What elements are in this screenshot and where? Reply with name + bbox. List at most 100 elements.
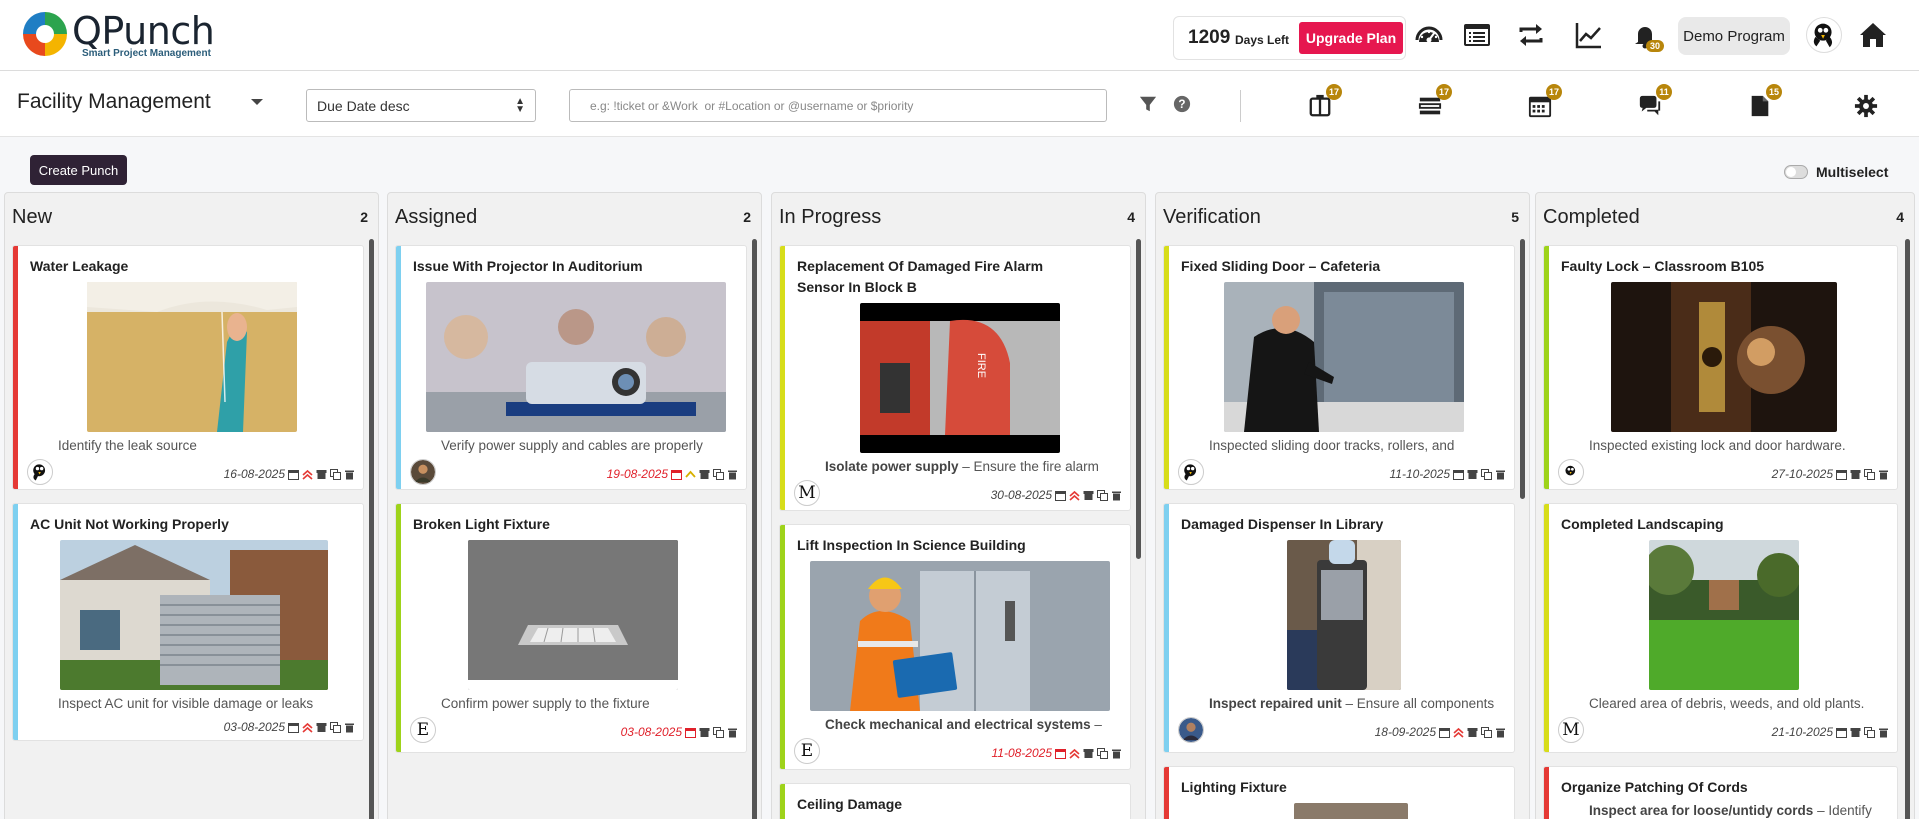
calendar-small-icon[interactable] [1055,490,1066,501]
calendar-small-icon[interactable] [1055,748,1066,759]
delete-icon[interactable] [1495,469,1506,480]
copy-icon[interactable] [713,468,724,480]
sort-select[interactable]: Due Date desc ▲ ▼ [306,89,536,122]
card-avatar[interactable] [1178,459,1204,485]
task-list-icon[interactable]: 17 [1416,84,1452,120]
home-icon[interactable] [1856,18,1890,52]
column-scrollbar[interactable] [1136,239,1141,559]
punch-card[interactable]: AC Unit Not Working Properly Inspect AC … [12,503,364,741]
light-fixture-image[interactable] [468,540,678,690]
delete-icon[interactable] [727,469,738,480]
punch-card[interactable]: Water Leakage Identify the leak source 1… [12,245,364,490]
delete-icon[interactable] [727,727,738,738]
punch-card[interactable]: Replacement Of Damaged Fire Alarm Sensor… [779,245,1131,511]
copy-icon[interactable] [1481,468,1492,480]
column-scrollbar[interactable] [369,239,374,819]
card-avatar[interactable] [27,459,53,485]
fire-alarm-image[interactable]: FIRE [860,303,1060,453]
board-view-icon[interactable]: 17 [1306,84,1342,120]
calendar-small-icon[interactable] [288,469,299,480]
filter-icon[interactable] [1134,90,1162,118]
punch-card[interactable]: Faulty Lock – Classroom B105 Inspected e… [1543,245,1898,490]
delete-icon[interactable] [1495,727,1506,738]
archive-icon[interactable] [699,469,710,480]
delete-icon[interactable] [1878,727,1889,738]
punch-card[interactable]: Issue With Projector In Auditorium Verif… [395,245,747,490]
archive-icon[interactable] [1467,469,1478,480]
delete-icon[interactable] [1111,490,1122,501]
notifications-bell-icon[interactable]: 30 [1628,18,1664,52]
dashboard-icon[interactable] [1412,18,1446,52]
water-leakage-image[interactable] [87,282,297,432]
dispenser-image[interactable] [1287,540,1401,690]
column-scrollbar[interactable] [1520,239,1525,499]
delete-icon[interactable] [344,469,355,480]
ac-unit-image[interactable] [60,540,328,690]
multiselect-toggle[interactable]: Multiselect [1784,163,1888,181]
copy-icon[interactable] [1864,468,1875,480]
punch-card[interactable]: Lift Inspection In Science Building Chec… [779,524,1131,770]
delete-icon[interactable] [1111,748,1122,759]
card-avatar[interactable] [410,459,436,485]
column-scrollbar[interactable] [752,239,757,819]
qpunch-logo[interactable]: QPunch Smart Project Management [22,9,242,65]
archive-icon[interactable] [1850,727,1861,738]
archive-icon[interactable] [1083,490,1094,501]
create-punch-button[interactable]: Create Punch [30,155,127,185]
card-avatar[interactable] [1558,459,1584,485]
copy-icon[interactable] [1481,726,1492,738]
calendar-small-icon[interactable] [288,722,299,733]
delete-icon[interactable] [1878,469,1889,480]
settings-gear-icon[interactable] [1852,92,1880,120]
program-selector-button[interactable]: Demo Program [1678,17,1790,55]
project-dropdown-caret-icon[interactable] [250,97,264,107]
card-avatar[interactable]: M [794,480,820,506]
card-avatar[interactable]: E [410,717,436,743]
documents-icon[interactable]: 15 [1746,84,1782,120]
punch-card[interactable]: Lighting Fixture [1163,766,1515,819]
calendar-small-icon[interactable] [1453,469,1464,480]
multiselect-switch[interactable] [1784,165,1808,179]
lift-inspection-image[interactable] [810,561,1110,711]
card-avatar[interactable]: E [794,738,820,764]
archive-icon[interactable] [1850,469,1861,480]
calendar-small-icon[interactable] [1439,727,1450,738]
upgrade-plan-button[interactable]: Upgrade Plan [1299,22,1403,54]
archive-icon[interactable] [1467,727,1478,738]
copy-icon[interactable] [713,726,724,738]
archive-icon[interactable] [316,722,327,733]
sliding-door-image[interactable] [1224,282,1464,432]
projector-image[interactable] [426,282,726,432]
copy-icon[interactable] [330,468,341,480]
lighting-fixture-image[interactable] [1294,803,1408,819]
calendar-small-icon[interactable] [685,727,696,738]
punch-card[interactable]: Fixed Sliding Door – Cafeteria Inspected… [1163,245,1515,490]
card-avatar[interactable]: M [1558,717,1584,743]
landscaping-image[interactable] [1649,540,1799,690]
punch-card[interactable]: Completed Landscaping Cleared area of de… [1543,503,1898,753]
copy-icon[interactable] [1864,726,1875,738]
calendar-small-icon[interactable] [1836,469,1847,480]
archive-icon[interactable] [699,727,710,738]
archive-icon[interactable] [316,469,327,480]
calendar-icon[interactable]: 17 [1526,84,1562,120]
analytics-icon[interactable] [1572,18,1606,52]
list-view-icon[interactable] [1460,18,1494,52]
punch-card[interactable]: Damaged Dispenser In Library Inspect rep… [1163,503,1515,753]
help-icon[interactable]: ? [1168,90,1196,118]
punch-card[interactable]: Ceiling Damage [779,783,1131,819]
calendar-small-icon[interactable] [1836,727,1847,738]
archive-icon[interactable] [1083,748,1094,759]
copy-icon[interactable] [1097,489,1108,501]
calendar-small-icon[interactable] [671,469,682,480]
punch-card[interactable]: Broken Light Fixture Confirm power suppl… [395,503,747,753]
chat-icon[interactable]: 11 [1636,84,1672,120]
column-scrollbar[interactable] [1905,239,1910,819]
copy-icon[interactable] [330,721,341,733]
copy-icon[interactable] [1097,747,1108,759]
user-avatar[interactable] [1806,17,1842,53]
card-avatar[interactable] [1178,717,1204,743]
delete-icon[interactable] [344,722,355,733]
punch-card[interactable]: Organize Patching Of Cords Inspect area … [1543,766,1898,819]
faulty-lock-image[interactable] [1611,282,1837,432]
